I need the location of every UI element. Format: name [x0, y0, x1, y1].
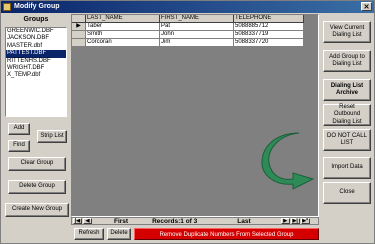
cell-last-name[interactable]: Taber — [86, 23, 160, 31]
column-header-last-name[interactable]: LAST_NAME — [86, 15, 160, 23]
do-not-call-list-button[interactable]: DO NOT CALL LIST — [323, 129, 371, 151]
record-navigator: |◀ ◀ First Records:1 of 3 Last ▶ ▶| ▶* — [71, 217, 319, 225]
row-selector-header — [72, 15, 86, 23]
close-button[interactable]: Close — [323, 182, 371, 204]
last-record-icon[interactable]: ▶| — [290, 218, 300, 224]
modify-group-window: Modify Group ✕ Groups GREENWIC.DBF JACKSO… — [0, 0, 375, 244]
remove-duplicates-button[interactable]: Remove Duplicate Numbers From Selected G… — [134, 228, 319, 240]
create-new-group-button[interactable]: Create New Group — [5, 203, 69, 217]
column-header-telephone[interactable]: TELEPHONE — [234, 15, 304, 23]
cell-telephone[interactable]: 5088885712 — [234, 23, 304, 31]
cell-telephone[interactable]: 5088337720 — [234, 39, 304, 47]
current-row-icon: ▶ — [72, 23, 86, 31]
first-record-icon[interactable]: |◀ — [73, 218, 82, 224]
table-row[interactable]: Smith John 5088337719 — [72, 31, 304, 39]
groups-listbox[interactable]: GREENWIC.DBF JACKSON.DBF MASTER.dbf PATTEST… — [5, 27, 67, 117]
view-current-dialing-list-button[interactable]: View Current Dialing List — [323, 21, 371, 43]
clear-group-button[interactable]: Clear Group — [8, 157, 66, 171]
prev-record-icon[interactable]: ◀ — [83, 218, 92, 224]
refresh-button[interactable]: Refresh — [74, 228, 104, 240]
first-label: First — [114, 217, 129, 225]
grid-header: LAST_NAME FIRST_NAME TELEPHONE — [72, 15, 304, 23]
list-item[interactable]: X_TEMP.dbf — [6, 72, 66, 79]
list-item[interactable]: WRIGHT.DBF — [6, 65, 66, 72]
add-button[interactable]: Add — [8, 123, 30, 135]
list-item[interactable]: PATTEST.DBF — [6, 50, 66, 58]
cell-first-name[interactable]: Jim — [160, 39, 234, 47]
cell-telephone[interactable]: 5088337719 — [234, 31, 304, 39]
column-header-first-name[interactable]: FIRST_NAME — [160, 15, 234, 23]
close-window-button[interactable]: ✕ — [361, 2, 372, 11]
delete-group-button[interactable]: Delete Group — [8, 180, 66, 194]
list-item[interactable]: MASTER.dbf — [6, 43, 66, 50]
cell-first-name[interactable]: Pat — [160, 23, 234, 31]
title-bar: Modify Group ✕ — [1, 1, 374, 13]
records-count: Records:1 of 3 — [152, 217, 198, 225]
dialing-list-archive-button[interactable]: Dialing List Archive — [323, 79, 371, 101]
row-selector[interactable] — [72, 31, 86, 39]
window-title: Modify Group — [14, 3, 60, 10]
import-data-button[interactable]: Import Data — [323, 157, 371, 179]
last-label: Last — [237, 217, 251, 225]
add-group-to-dialing-list-button[interactable]: Add Group to Dialing List — [323, 50, 371, 72]
app-icon — [3, 3, 11, 11]
cell-first-name[interactable]: John — [160, 31, 234, 39]
row-selector[interactable] — [72, 39, 86, 47]
next-record-icon[interactable]: ▶ — [280, 218, 290, 224]
strip-list-button[interactable]: Strip List — [37, 130, 67, 143]
list-item[interactable]: RITTENHS.DBF — [6, 58, 66, 65]
table-row[interactable]: Corcoran Jim 5088337720 — [72, 39, 304, 47]
groups-label: Groups — [23, 16, 49, 23]
cell-last-name[interactable]: Smith — [86, 31, 160, 39]
find-button[interactable]: Find — [8, 140, 30, 152]
cell-last-name[interactable]: Corcoran — [86, 39, 160, 47]
list-item[interactable]: GREENWIC.DBF — [6, 28, 66, 35]
new-record-icon[interactable]: ▶* — [300, 218, 310, 224]
reset-outbound-dialing-list-button[interactable]: Reset Outbound Dialing List — [323, 104, 371, 126]
curved-arrow-icon — [261, 132, 315, 190]
delete-button[interactable]: Delete — [107, 228, 131, 240]
table-row[interactable]: ▶ Taber Pat 5088885712 — [72, 23, 304, 31]
list-item[interactable]: JACKSON.DBF — [6, 35, 66, 42]
